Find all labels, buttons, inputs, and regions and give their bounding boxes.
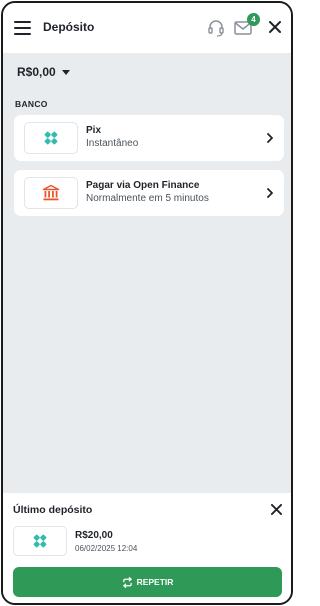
- last-deposit-sheet: Último depósito R$20,00 06/02/2025 12:04…: [3, 493, 291, 603]
- pix-icon: [33, 534, 47, 548]
- method-icon-box: [24, 122, 78, 154]
- method-card-open-finance[interactable]: Pagar via Open Finance Normalmente em 5 …: [14, 170, 284, 216]
- last-deposit-icon-box: [13, 526, 67, 556]
- method-subtitle: Instantâneo: [86, 138, 139, 149]
- caret-down-icon: [61, 69, 70, 75]
- pix-icon: [44, 131, 58, 145]
- method-title: Pix: [86, 125, 102, 136]
- support-headset-icon[interactable]: [207, 19, 225, 37]
- last-deposit-date: 06/02/2025 12:04: [75, 544, 138, 553]
- bank-icon: [42, 184, 60, 201]
- repeat-button-label: REPETIR: [136, 577, 174, 587]
- method-card-pix[interactable]: Pix Instantâneo: [14, 115, 284, 161]
- last-deposit-title: Último depósito: [13, 504, 93, 516]
- method-subtitle: Normalmente em 5 minutos: [86, 193, 209, 204]
- close-icon[interactable]: [269, 21, 281, 33]
- balance-amount: R$0,00: [17, 65, 56, 79]
- top-header: Depósito 4: [3, 3, 291, 53]
- repeat-icon: [122, 576, 132, 588]
- chevron-right-icon: [267, 188, 273, 198]
- menu-icon[interactable]: [14, 21, 31, 35]
- method-title: Pagar via Open Finance: [86, 180, 200, 191]
- page-title: Depósito: [43, 20, 95, 34]
- repeat-button[interactable]: REPETIR: [13, 567, 282, 597]
- chevron-right-icon: [267, 133, 273, 143]
- notification-badge: 4: [247, 13, 260, 26]
- last-deposit-amount: R$20,00: [75, 530, 113, 541]
- close-icon[interactable]: [271, 504, 282, 515]
- phone-frame: Depósito 4 R$0,00 BANCO Pix Instantâneo …: [1, 1, 293, 605]
- method-icon-box: [24, 177, 78, 209]
- section-label: BANCO: [15, 99, 48, 109]
- balance-selector[interactable]: R$0,00: [17, 65, 70, 79]
